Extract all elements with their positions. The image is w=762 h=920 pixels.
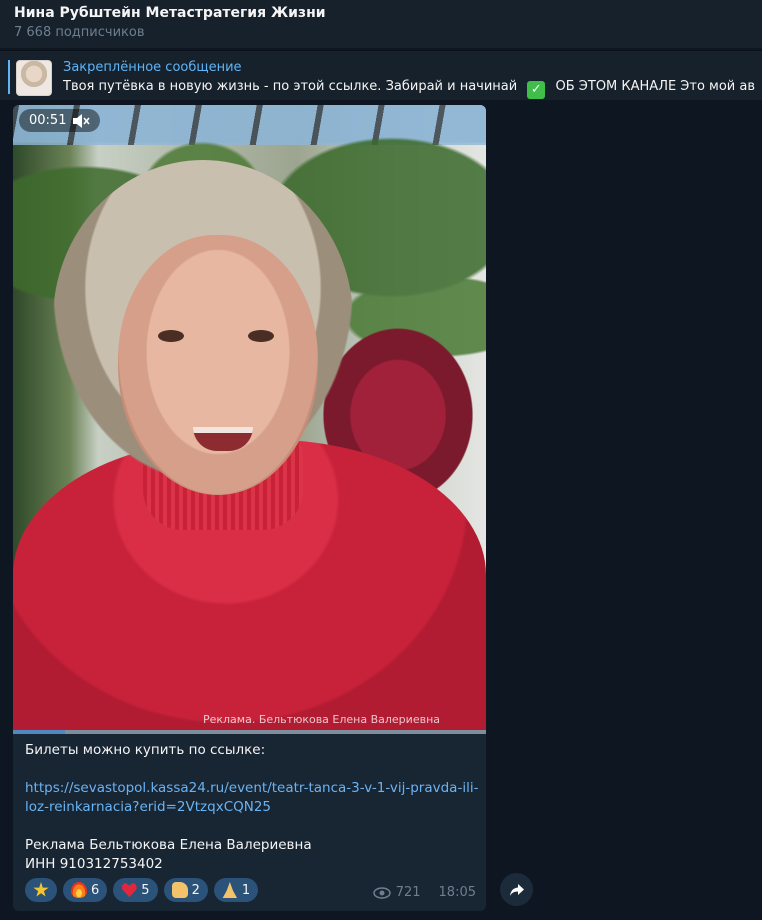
video-player[interactable]: 00:51 Реклама. Бельтюкова Елена Валериев… xyxy=(13,105,486,730)
video-duration: 00:51 xyxy=(29,113,67,128)
reaction-fire[interactable]: 6 xyxy=(63,878,108,902)
pinned-message-bar[interactable]: Закреплённое сообщение Твоя путёвка в но… xyxy=(0,50,762,100)
post-meta: 721 18:05 xyxy=(372,885,476,900)
post-time: 18:05 xyxy=(438,885,476,900)
video-duration-badge[interactable]: 00:51 xyxy=(19,109,101,132)
reaction-count: 1 xyxy=(241,882,251,898)
pinned-text: Твоя путёвка в новую жизнь - по этой ссы… xyxy=(63,78,755,99)
heart-icon xyxy=(122,882,137,898)
video-right-eye xyxy=(248,330,274,342)
pinned-text-end: ОБ ЭТОМ КАНАЛЕ Это мой ав xyxy=(555,79,756,94)
reactions-row: 6 5 2 1 xyxy=(25,878,259,902)
subscriber-count: 7 668 подписчиков xyxy=(14,25,145,40)
reaction-count: 6 xyxy=(91,882,100,898)
caption-inn: ИНН 910312753402 xyxy=(25,856,163,872)
ad-watermark: Реклама. Бельтюкова Елена Валериевна xyxy=(202,713,440,726)
check-mark-icon: ✓ xyxy=(527,81,546,99)
video-progress-fill xyxy=(13,730,66,734)
pinned-accent-bar xyxy=(8,60,10,94)
reaction-heart[interactable]: 5 xyxy=(113,878,158,902)
video-face xyxy=(118,235,318,495)
pinned-thumbnail xyxy=(16,60,52,96)
fire-icon xyxy=(71,882,87,898)
caption-ad-line: Реклама Бельтюкова Елена Валериевна xyxy=(25,837,312,853)
muted-speaker-icon[interactable] xyxy=(72,113,91,129)
chat-header[interactable]: Нина Рубштейн Метастратегия Жизни 7 668 … xyxy=(0,0,762,48)
video-progress-bar[interactable] xyxy=(13,730,486,734)
reaction-thumbs-up[interactable]: 2 xyxy=(163,878,208,902)
pinned-label: Закреплённое сообщение xyxy=(63,60,242,75)
pinned-text-start: Твоя путёвка в новую жизнь - по этой ссы… xyxy=(63,79,518,94)
caption-spacer-2 xyxy=(25,817,480,836)
views-eye-icon xyxy=(372,886,391,899)
share-button[interactable] xyxy=(500,873,533,906)
video-left-eye xyxy=(158,330,184,342)
thumbs-up-icon xyxy=(171,882,188,898)
reaction-count: 5 xyxy=(141,882,150,898)
channel-post: 00:51 Реклама. Бельтюкова Елена Валериев… xyxy=(13,105,486,911)
caption-tickets-line: Билеты можно купить по ссылке: xyxy=(25,742,266,758)
channel-title[interactable]: Нина Рубштейн Метастратегия Жизни xyxy=(14,3,748,23)
share-arrow-icon xyxy=(509,883,524,896)
reaction-star[interactable] xyxy=(25,878,57,902)
reaction-pray[interactable]: 1 xyxy=(213,878,259,902)
reaction-count: 2 xyxy=(191,882,200,898)
pray-icon xyxy=(222,882,238,898)
star-icon xyxy=(33,882,49,897)
ticket-link[interactable]: https://sevastopol.kassa24.ru/event/teat… xyxy=(25,779,480,817)
view-count: 721 xyxy=(395,885,421,900)
post-caption: Билеты можно купить по ссылке: https://s… xyxy=(25,741,480,874)
